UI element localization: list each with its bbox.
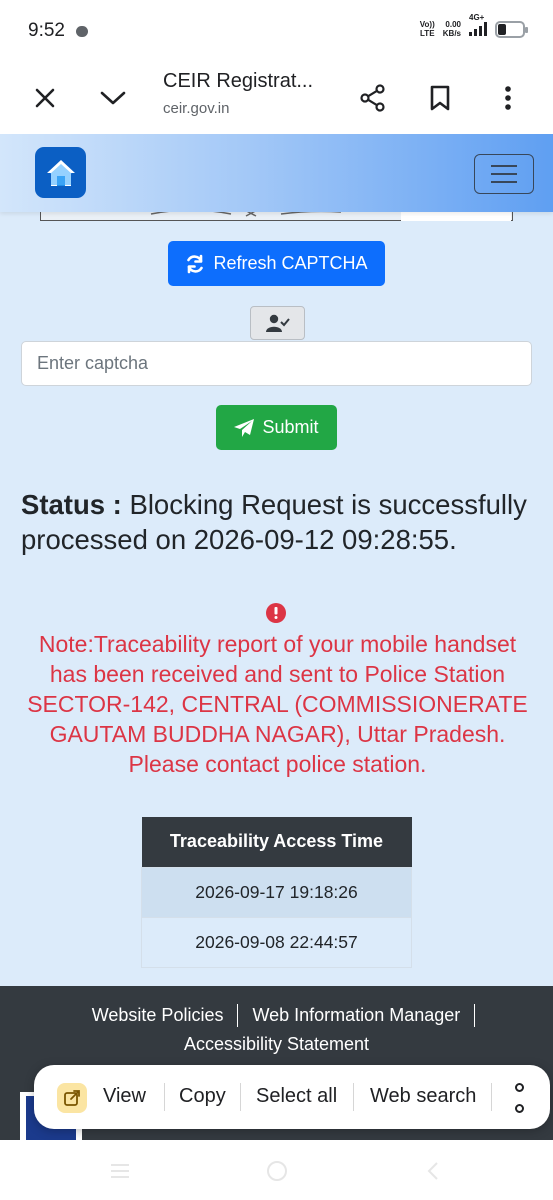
table-cell: 2026-09-08 22:44:57 <box>141 916 412 968</box>
menu-item-select-all[interactable]: Select all <box>256 1085 337 1108</box>
status-message: Status : Blocking Request is successfull… <box>21 487 536 557</box>
refresh-captcha-button[interactable]: Refresh CAPTCHA <box>168 241 385 286</box>
traceability-note: Note:Traceability report of your mobile … <box>27 631 528 777</box>
footer-link-web-information-manager[interactable]: Web Information Manager <box>238 1004 476 1027</box>
home-button[interactable] <box>35 147 86 198</box>
text-selection-menu: View Copy Select all Web search <box>34 1065 550 1129</box>
chevron-down-icon[interactable] <box>91 76 135 120</box>
status-label: Status : <box>21 489 122 520</box>
speed-unit: KB/s <box>442 29 461 38</box>
status-time: 9:52 <box>28 20 65 41</box>
refresh-icon <box>187 254 204 273</box>
captcha-input[interactable]: Enter captcha <box>21 341 532 386</box>
volte-bottom: LTE <box>420 29 435 38</box>
menu-divider <box>164 1083 165 1111</box>
refresh-captcha-label: Refresh CAPTCHA <box>213 253 368 273</box>
menu-divider <box>240 1083 241 1111</box>
menu-toggle-button[interactable] <box>474 154 534 194</box>
recent-apps-icon[interactable] <box>100 1160 140 1182</box>
web-content: Refresh CAPTCHA Enter captcha Submit Sta… <box>0 134 553 986</box>
menu-item-view[interactable]: View <box>103 1085 146 1108</box>
footer-link-website-policies[interactable]: Website Policies <box>78 1004 239 1027</box>
volte-indicator: Vo)) LTE <box>420 20 435 38</box>
site-navbar <box>0 134 553 212</box>
audio-captcha-button[interactable] <box>250 306 305 340</box>
network-type: 4G+ <box>469 13 485 22</box>
volte-top: Vo)) <box>419 20 435 29</box>
menu-divider <box>491 1083 492 1111</box>
status-bar: 9:52 Vo)) LTE 0.00 KB/s 4G+ <box>0 0 553 62</box>
page-url[interactable]: ceir.gov.in <box>163 100 229 117</box>
share-icon[interactable] <box>351 76 395 120</box>
bookmark-icon[interactable] <box>418 76 462 120</box>
menu-item-copy[interactable]: Copy <box>179 1085 226 1108</box>
footer-link-accessibility-statement[interactable]: Accessibility Statement <box>170 1033 383 1056</box>
paper-plane-icon <box>234 418 255 437</box>
submit-button[interactable]: Submit <box>216 405 337 450</box>
hamburger-icon <box>491 165 517 167</box>
table-cell: 2026-09-17 19:18:26 <box>141 866 412 918</box>
traceability-table: Traceability Access Time 2026-09-17 19:1… <box>141 817 412 968</box>
browser-toolbar: CEIR Registrat... ceir.gov.in <box>0 62 553 134</box>
open-external-icon[interactable] <box>57 1083 87 1113</box>
system-navigation-bar <box>0 1140 553 1200</box>
home-icon <box>46 159 75 186</box>
page-title: CEIR Registrat... <box>163 70 314 92</box>
battery-icon <box>495 20 528 38</box>
close-icon[interactable] <box>23 76 67 120</box>
speed-value: 0.00 <box>445 20 461 29</box>
signal-strength-icon: 4G+ <box>469 13 487 36</box>
alert-icon <box>266 603 286 623</box>
message-notification-icon <box>76 26 88 37</box>
status-indicators: Vo)) LTE 0.00 KB/s 4G+ <box>420 13 528 38</box>
table-row: 2026-09-17 19:18:26 <box>141 866 412 918</box>
more-options-icon[interactable] <box>512 1083 526 1113</box>
more-vert-icon[interactable] <box>486 76 530 120</box>
menu-divider <box>353 1083 354 1111</box>
table-row: 2026-09-08 22:44:57 <box>141 916 412 968</box>
menu-item-web-search[interactable]: Web search <box>370 1085 476 1108</box>
table-header: Traceability Access Time <box>141 817 412 867</box>
home-nav-icon[interactable] <box>257 1160 297 1182</box>
back-nav-icon[interactable] <box>413 1160 453 1182</box>
user-check-icon <box>265 314 290 332</box>
network-speed: 0.00 KB/s <box>443 20 461 38</box>
footer-links: Website Policies Web Information Manager… <box>0 1004 553 1056</box>
submit-label: Submit <box>262 417 319 437</box>
